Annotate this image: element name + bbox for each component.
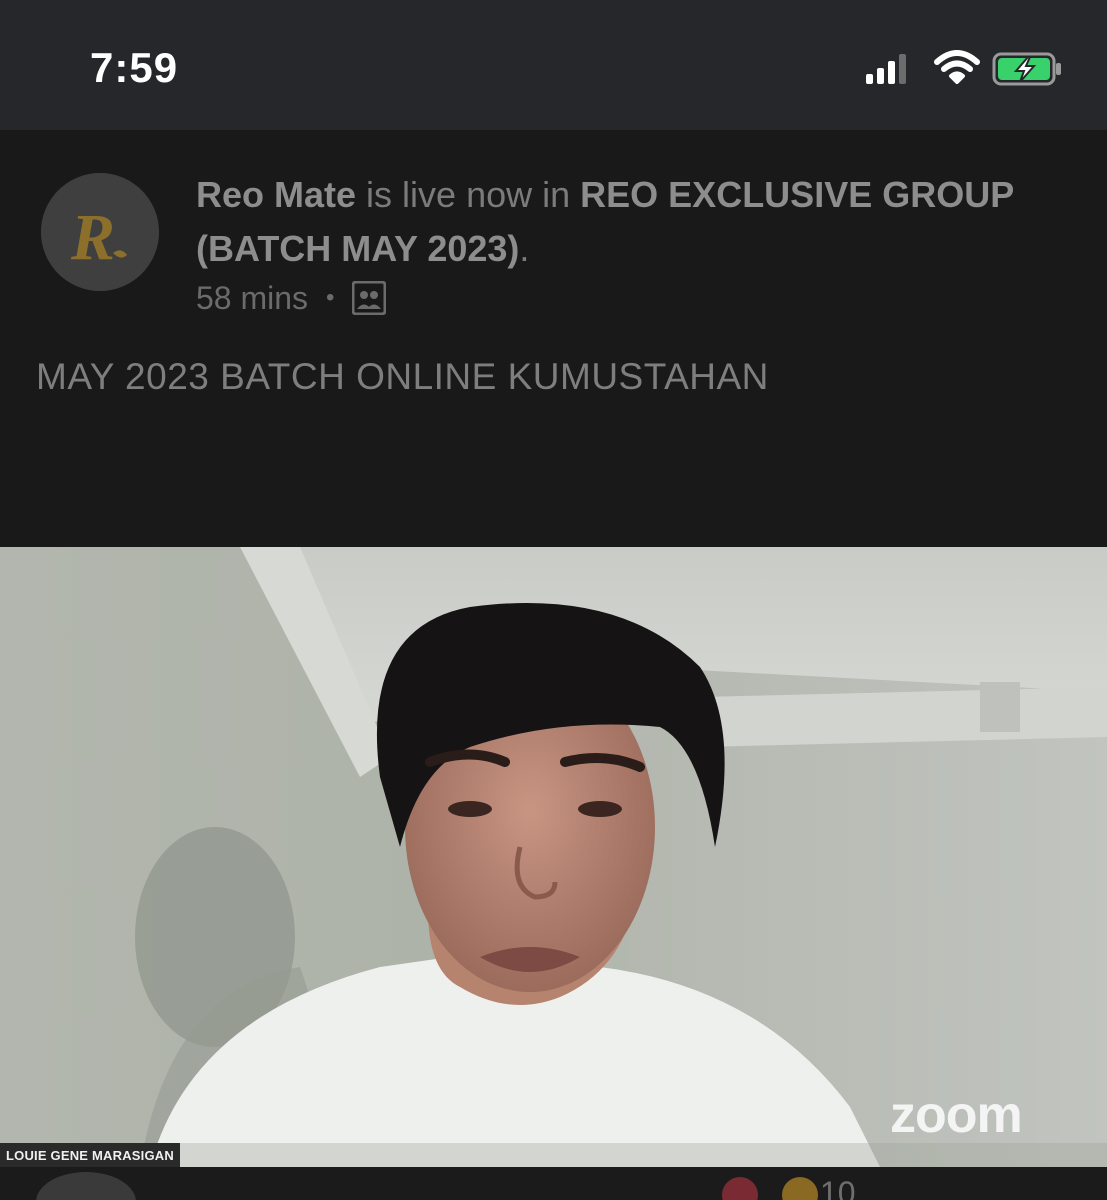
live-post: R Reo Mate is live now in REO EXCLUSIVE … xyxy=(0,130,1107,547)
battery-charging-icon xyxy=(992,52,1061,86)
post-text: MAY 2023 BATCH ONLINE KUMUSTAHAN xyxy=(36,356,769,397)
video-frame-image xyxy=(0,547,1107,1167)
post-time[interactable]: 58 mins xyxy=(196,280,308,317)
reaction-count[interactable]: 10 xyxy=(820,1175,856,1200)
live-action-text: is live now in xyxy=(366,174,571,215)
group-icon xyxy=(352,281,387,315)
wifi-icon xyxy=(934,50,980,84)
live-video[interactable] xyxy=(0,547,1107,1167)
status-bar: 7:59 xyxy=(0,0,1107,130)
author-name[interactable]: Reo Mate xyxy=(196,174,356,215)
comment-strip: 10 xyxy=(0,1167,1107,1200)
header-punct: . xyxy=(519,228,530,269)
post-meta: 58 mins • xyxy=(196,278,387,318)
author-avatar[interactable]: R xyxy=(41,173,159,291)
status-time: 7:59 xyxy=(90,44,179,91)
post-header: Reo Mate is live now in REO EXCLUSIVE GR… xyxy=(196,168,1056,276)
logo-letter: R xyxy=(70,201,115,274)
participant-name-tag: LOUIE GENE MARASIGAN xyxy=(0,1143,180,1169)
commenter-avatar[interactable] xyxy=(36,1172,136,1200)
care-reaction-icon xyxy=(782,1177,818,1200)
meta-separator: • xyxy=(326,284,335,311)
signal-icon xyxy=(866,54,906,84)
heart-reaction-icon xyxy=(722,1177,758,1200)
zoom-watermark: zoom xyxy=(890,1086,1023,1144)
